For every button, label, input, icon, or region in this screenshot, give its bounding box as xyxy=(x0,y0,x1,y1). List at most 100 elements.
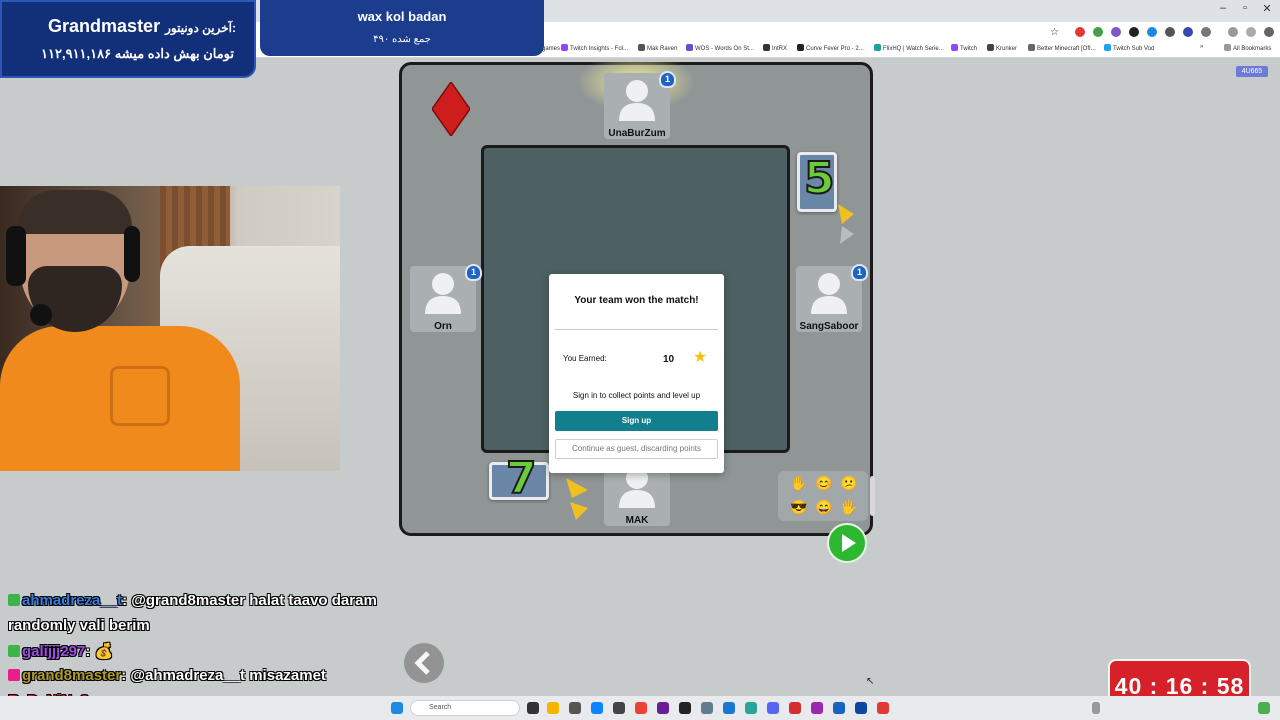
bookmark-item[interactable]: WOS - Words On St... xyxy=(686,44,754,52)
back-arrow-icon[interactable] xyxy=(404,643,444,683)
bookmark-icon xyxy=(1028,44,1035,51)
sunglasses-icon[interactable]: 😎 xyxy=(790,498,808,516)
signup-button[interactable]: Sign up xyxy=(555,411,718,431)
extension-icon[interactable] xyxy=(1111,27,1121,37)
earned-points: 10 xyxy=(663,354,675,365)
app-icon[interactable] xyxy=(569,702,581,714)
badge-icon xyxy=(8,645,20,657)
dialog-title: Your team won the match! xyxy=(574,295,699,306)
app-icon[interactable] xyxy=(833,702,845,714)
bookmark-label: Curve Fever Pro - 2... xyxy=(806,46,864,52)
grin-icon[interactable]: 😄 xyxy=(815,498,833,516)
chat-text: randomly vali berim xyxy=(8,617,150,634)
avatar-icon xyxy=(425,273,461,314)
extension-icon[interactable] xyxy=(1093,27,1103,37)
card-count: 5 xyxy=(803,152,836,205)
bookmark-item[interactable]: FlixHQ | Watch Serie... xyxy=(874,44,944,52)
confused-icon[interactable]: 😕 xyxy=(840,474,858,492)
app-icon[interactable] xyxy=(613,702,625,714)
player-left[interactable]: 1 Orn xyxy=(410,264,482,332)
goal-title: wax kol badan xyxy=(357,9,447,24)
bookmark-icon xyxy=(686,44,693,51)
hand-icon[interactable]: 🖐 xyxy=(840,498,858,516)
file-explorer-icon[interactable] xyxy=(547,702,559,714)
webcam-shirt-print xyxy=(110,366,170,426)
profile-icon[interactable] xyxy=(1246,27,1256,37)
donor-name: Grandmaster xyxy=(48,16,161,36)
last-donor-panel: Grandmaster آخرین دونیتور: ۱۱۲,۹۱۱,۱۸۶ ت… xyxy=(0,0,256,78)
extension-icon[interactable] xyxy=(1129,27,1139,37)
discord-icon[interactable] xyxy=(767,702,779,714)
tray-app-icon[interactable] xyxy=(1258,702,1270,714)
bookmark-label: FlixHQ | Watch Serie... xyxy=(883,46,944,52)
bookmark-item[interactable]: Twitch Insights - Fol... xyxy=(561,44,628,52)
player-level-badge: 1 xyxy=(659,71,676,88)
player-name: UnaBurZum xyxy=(608,128,666,139)
extension-icon[interactable] xyxy=(1075,27,1085,37)
chat-username: galijjj297 xyxy=(22,643,86,660)
emoji-scrollbar[interactable] xyxy=(870,476,875,516)
all-bookmarks[interactable]: All Bookmarks xyxy=(1224,44,1271,52)
maximize-icon[interactable]: ▫ xyxy=(1234,2,1256,14)
minimize-icon[interactable]: – xyxy=(1212,2,1234,14)
waving-hand-icon[interactable]: ✋ xyxy=(790,474,808,492)
windows-taskbar: Search xyxy=(0,696,1280,720)
steam-icon[interactable] xyxy=(855,702,867,714)
extension-icon[interactable] xyxy=(1147,27,1157,37)
bookmark-item[interactable]: Krunker xyxy=(987,44,1017,52)
bookmarks-overflow-icon[interactable]: » xyxy=(1200,44,1203,50)
app-icon[interactable] xyxy=(877,702,889,714)
extension-icon[interactable] xyxy=(1183,27,1193,37)
settings-icon[interactable] xyxy=(701,702,713,714)
bookmark-label: Better Minecraft [OfI... xyxy=(1037,46,1096,52)
bookmark-label: WOS - Words On St... xyxy=(695,46,754,52)
app-icon[interactable] xyxy=(745,702,757,714)
chat-message: grand8master: @ahmadreza__t misazamet xyxy=(8,667,326,684)
headset-icon xyxy=(124,226,140,282)
tray-chevron-icon[interactable] xyxy=(1092,702,1100,714)
app-icon[interactable] xyxy=(789,702,801,714)
star-icon[interactable]: ☆ xyxy=(1050,27,1062,39)
chrome-icon[interactable] xyxy=(635,702,647,714)
avatar-icon xyxy=(811,273,847,314)
windows-start-icon[interactable] xyxy=(391,702,403,714)
bookmark-item[interactable]: IntRX xyxy=(763,44,787,52)
chat-text: : @ahmadreza__t misazamet xyxy=(121,667,326,684)
player-right[interactable]: 1 SangSaboor xyxy=(796,264,868,332)
bookmark-icon xyxy=(797,44,804,51)
play-next-button[interactable] xyxy=(827,523,867,563)
webcam-feed xyxy=(0,186,340,471)
bookmark-item[interactable]: Twitch Sub Vod xyxy=(1104,44,1154,52)
edge-icon[interactable] xyxy=(591,702,603,714)
donor-amount: ۱۱۲,۹۱۱,۱۸۶ تومان بهش داده میشه xyxy=(41,46,234,61)
app-icon[interactable] xyxy=(723,702,735,714)
close-icon[interactable]: ✕ xyxy=(1256,2,1278,15)
bookmark-item[interactable]: Better Minecraft [OfI... xyxy=(1028,44,1096,52)
donation-goal-panel: wax kol badan ۴۹۰ جمع شده xyxy=(260,0,544,56)
diamond-suit-icon xyxy=(432,82,470,136)
task-view-icon[interactable] xyxy=(527,702,539,714)
continue-as-guest-button[interactable]: Continue as guest, discarding points xyxy=(555,439,718,459)
badge-icon xyxy=(8,669,20,681)
app-icon[interactable] xyxy=(657,702,669,714)
last-donor-title: Grandmaster آخرین دونیتور: xyxy=(48,16,236,37)
app-icon[interactable] xyxy=(811,702,823,714)
earned-label: You Earned: xyxy=(563,354,607,363)
more-icon[interactable] xyxy=(1264,27,1274,37)
bookmark-item[interactable]: Curve Fever Pro - 2... xyxy=(797,44,864,52)
chat-username: ahmadreza__t xyxy=(22,592,123,609)
bookmark-icon xyxy=(561,44,568,51)
menu-icon[interactable] xyxy=(1228,27,1238,37)
smile-icon[interactable]: 😊 xyxy=(815,474,833,492)
avatar-icon xyxy=(619,80,655,121)
folder-icon xyxy=(1224,44,1231,51)
app-icon[interactable] xyxy=(679,702,691,714)
bookmark-item[interactable]: Mak Raven xyxy=(638,44,677,52)
bookmark-label: Mak Raven xyxy=(647,46,678,52)
player-top[interactable]: 1 UnaBurZum xyxy=(604,71,676,139)
puzzle-icon[interactable] xyxy=(1201,27,1211,37)
bookmark-label: Twitch xyxy=(960,46,978,52)
taskbar-search[interactable]: Search xyxy=(410,700,520,716)
extension-icon[interactable] xyxy=(1165,27,1175,37)
bookmark-item[interactable]: Twitch xyxy=(951,44,977,52)
